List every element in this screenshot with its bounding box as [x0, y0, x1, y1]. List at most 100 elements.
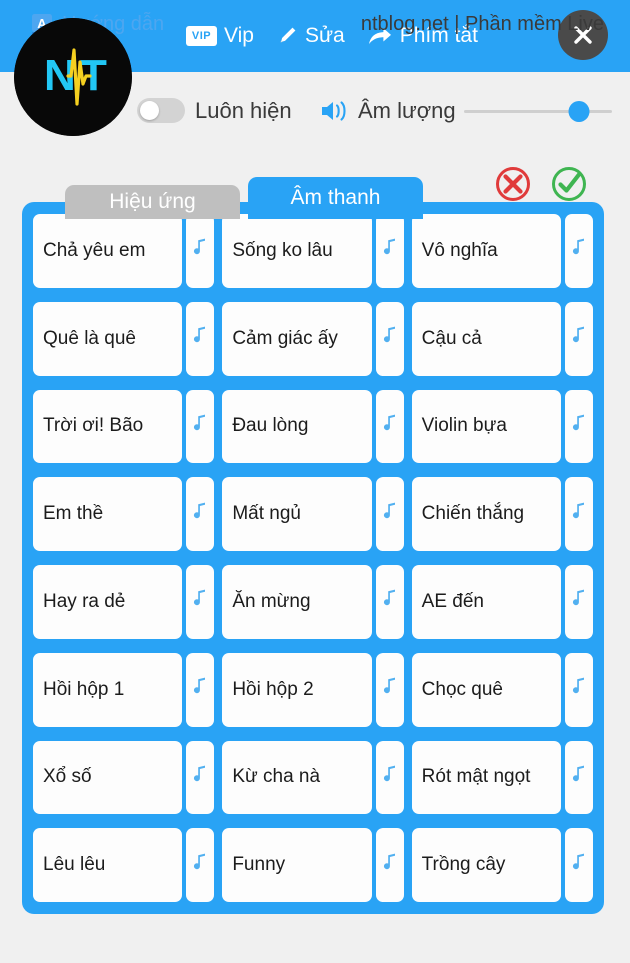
- music-note-icon: [382, 238, 398, 263]
- sound-cell: Kừ cha nà: [222, 740, 404, 815]
- music-note-button[interactable]: [186, 214, 215, 288]
- sound-button[interactable]: Hay ra dẻ: [33, 565, 183, 639]
- sound-button[interactable]: Funny: [222, 828, 372, 902]
- sound-button[interactable]: Xổ số: [33, 740, 183, 815]
- app-logo: N T: [14, 18, 132, 136]
- sound-button[interactable]: Chiến thắng: [411, 477, 561, 551]
- music-note-icon: [192, 589, 208, 614]
- sound-button[interactable]: AE đến: [411, 565, 561, 639]
- sound-button[interactable]: Quê là quê: [33, 301, 183, 376]
- sound-cell: Violin bựa: [411, 389, 593, 464]
- music-note-button[interactable]: [186, 301, 215, 376]
- music-note-button[interactable]: [375, 652, 404, 727]
- music-note-icon: [382, 502, 398, 527]
- sound-cell: Funny: [222, 828, 404, 902]
- sound-cell: Lêu lêu: [33, 828, 215, 902]
- edit-button[interactable]: Sửa: [276, 24, 345, 48]
- cancel-button[interactable]: [492, 163, 534, 210]
- tab-bar: Hiệu ứng Âm thanh: [65, 177, 423, 219]
- sound-button[interactable]: Kừ cha nà: [222, 740, 372, 815]
- sound-button[interactable]: Chả yêu em: [33, 214, 183, 288]
- music-note-icon: [571, 765, 587, 790]
- sound-panel: Chả yêu em Sống ko lâu Vô nghĩa Quê là quê C…: [22, 202, 604, 914]
- music-note-button[interactable]: [564, 652, 593, 727]
- sound-button[interactable]: Em thề: [33, 477, 183, 551]
- tab-tools: [492, 163, 590, 210]
- sound-button[interactable]: Rót mật ngọt: [411, 740, 561, 815]
- circle-x-icon: [496, 167, 530, 201]
- sound-cell: Hồi hộp 1: [33, 652, 215, 727]
- music-note-icon: [571, 502, 587, 527]
- sound-cell: Trồng cây: [411, 828, 593, 902]
- sound-cell: AE đến: [411, 565, 593, 639]
- confirm-button[interactable]: [548, 163, 590, 210]
- sound-button[interactable]: Ăn mừng: [222, 565, 372, 639]
- sound-button[interactable]: Vô nghĩa: [411, 214, 561, 288]
- sound-cell: Cảm giác ấy: [222, 301, 404, 376]
- volume-slider[interactable]: [464, 101, 612, 122]
- music-note-icon: [192, 502, 208, 527]
- sound-cell: Trời ơi! Bão: [33, 389, 215, 464]
- vip-badge-icon: VIP: [186, 26, 217, 46]
- music-note-icon: [192, 853, 208, 878]
- volume-label: Âm lượng: [358, 98, 456, 123]
- sound-button[interactable]: Trời ơi! Bão: [33, 389, 183, 464]
- footer-bar: [0, 914, 630, 963]
- sound-cell: Đau lòng: [222, 389, 404, 464]
- sound-cell: Chọc quê: [411, 652, 593, 727]
- sound-cell: Em thề: [33, 477, 215, 551]
- music-note-button[interactable]: [375, 477, 404, 551]
- sound-cell: Chiến thắng: [411, 477, 593, 551]
- music-note-button[interactable]: [375, 828, 404, 902]
- music-note-button[interactable]: [375, 565, 404, 639]
- music-note-button[interactable]: [375, 214, 404, 288]
- music-note-icon: [192, 677, 208, 702]
- sound-cell: Quê là quê: [33, 301, 215, 376]
- sound-button[interactable]: Chọc quê: [411, 652, 561, 727]
- music-note-button[interactable]: [564, 389, 593, 464]
- music-note-button[interactable]: [564, 828, 593, 902]
- music-note-button[interactable]: [564, 565, 593, 639]
- sound-button[interactable]: Trồng cây: [411, 828, 561, 902]
- music-note-icon: [192, 326, 208, 351]
- volume-slider-thumb[interactable]: [568, 101, 590, 122]
- music-note-button[interactable]: [186, 740, 215, 815]
- always-show-label: Luôn hiện: [195, 98, 292, 123]
- sound-button[interactable]: Hồi hộp 2: [222, 652, 372, 727]
- music-note-button[interactable]: [375, 301, 404, 376]
- sound-button[interactable]: Cậu cả: [411, 301, 561, 376]
- sound-cell: Sống ko lâu: [222, 214, 404, 288]
- sound-button[interactable]: Sống ko lâu: [222, 214, 372, 288]
- always-show-toggle[interactable]: [137, 98, 185, 123]
- music-note-button[interactable]: [564, 301, 593, 376]
- tab-effects[interactable]: Hiệu ứng: [65, 185, 240, 219]
- music-note-button[interactable]: [186, 565, 215, 639]
- music-note-button[interactable]: [186, 477, 215, 551]
- music-note-button[interactable]: [564, 477, 593, 551]
- vip-button[interactable]: VIP Vip: [186, 24, 254, 48]
- sound-button[interactable]: Cảm giác ấy: [222, 301, 372, 376]
- pencil-icon: [276, 25, 298, 47]
- music-note-button[interactable]: [186, 652, 215, 727]
- sound-button[interactable]: Lêu lêu: [33, 828, 183, 902]
- music-note-button[interactable]: [375, 389, 404, 464]
- music-note-icon: [382, 414, 398, 439]
- toggle-knob: [140, 101, 159, 120]
- brand-text: ntblog.net | Phần mềm Live: [360, 13, 604, 35]
- speaker-icon: [320, 98, 350, 129]
- sound-cell: Rót mật ngọt: [411, 740, 593, 815]
- sound-cell: Cậu cả: [411, 301, 593, 376]
- music-note-button[interactable]: [186, 389, 215, 464]
- sound-button[interactable]: Mất ngủ: [222, 477, 372, 551]
- music-note-button[interactable]: [564, 214, 593, 288]
- music-note-button[interactable]: [564, 740, 593, 815]
- tab-sounds[interactable]: Âm thanh: [248, 177, 423, 219]
- sound-cell: Hồi hộp 2: [222, 652, 404, 727]
- sound-button[interactable]: Violin bựa: [411, 389, 561, 464]
- music-note-button[interactable]: [186, 828, 215, 902]
- sound-button[interactable]: Đau lòng: [222, 389, 372, 464]
- music-note-icon: [382, 326, 398, 351]
- music-note-button[interactable]: [375, 740, 404, 815]
- music-note-icon: [382, 765, 398, 790]
- sound-button[interactable]: Hồi hộp 1: [33, 652, 183, 727]
